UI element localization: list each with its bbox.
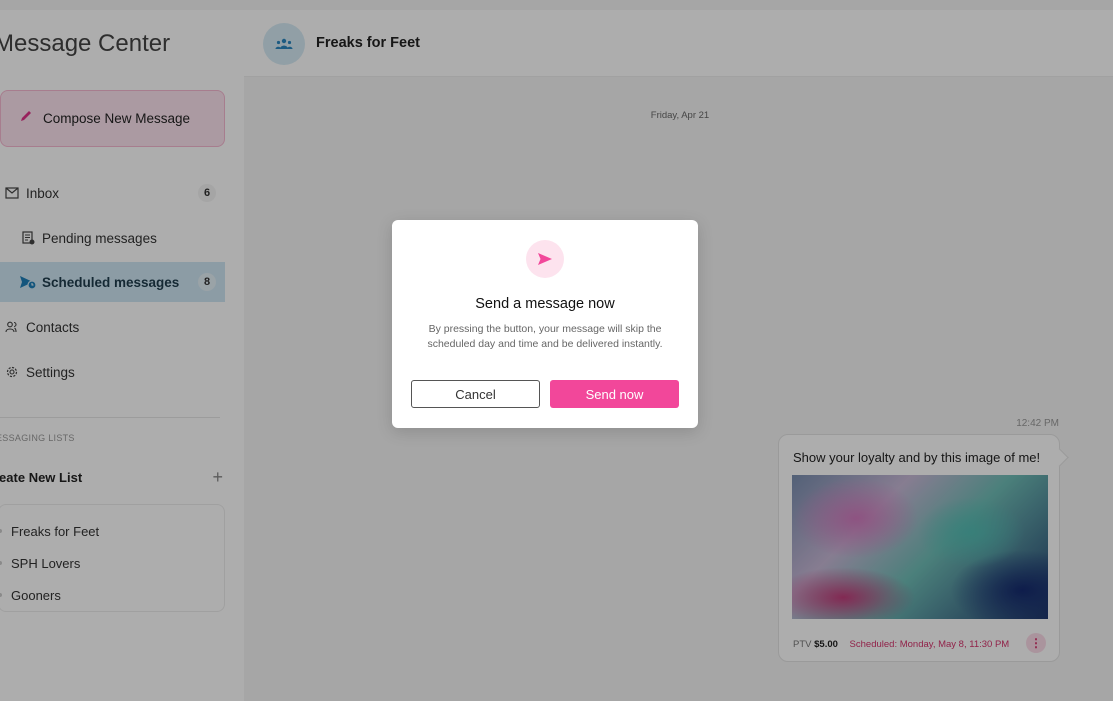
send-now-dialog: Send a message now By pressing the butto… <box>392 220 698 428</box>
cancel-button[interactable]: Cancel <box>411 380 540 408</box>
send-now-button[interactable]: Send now <box>550 380 679 408</box>
dialog-title: Send a message now <box>475 296 615 312</box>
send-icon <box>526 240 564 278</box>
dialog-description: By pressing the button, your message wil… <box>427 323 663 350</box>
